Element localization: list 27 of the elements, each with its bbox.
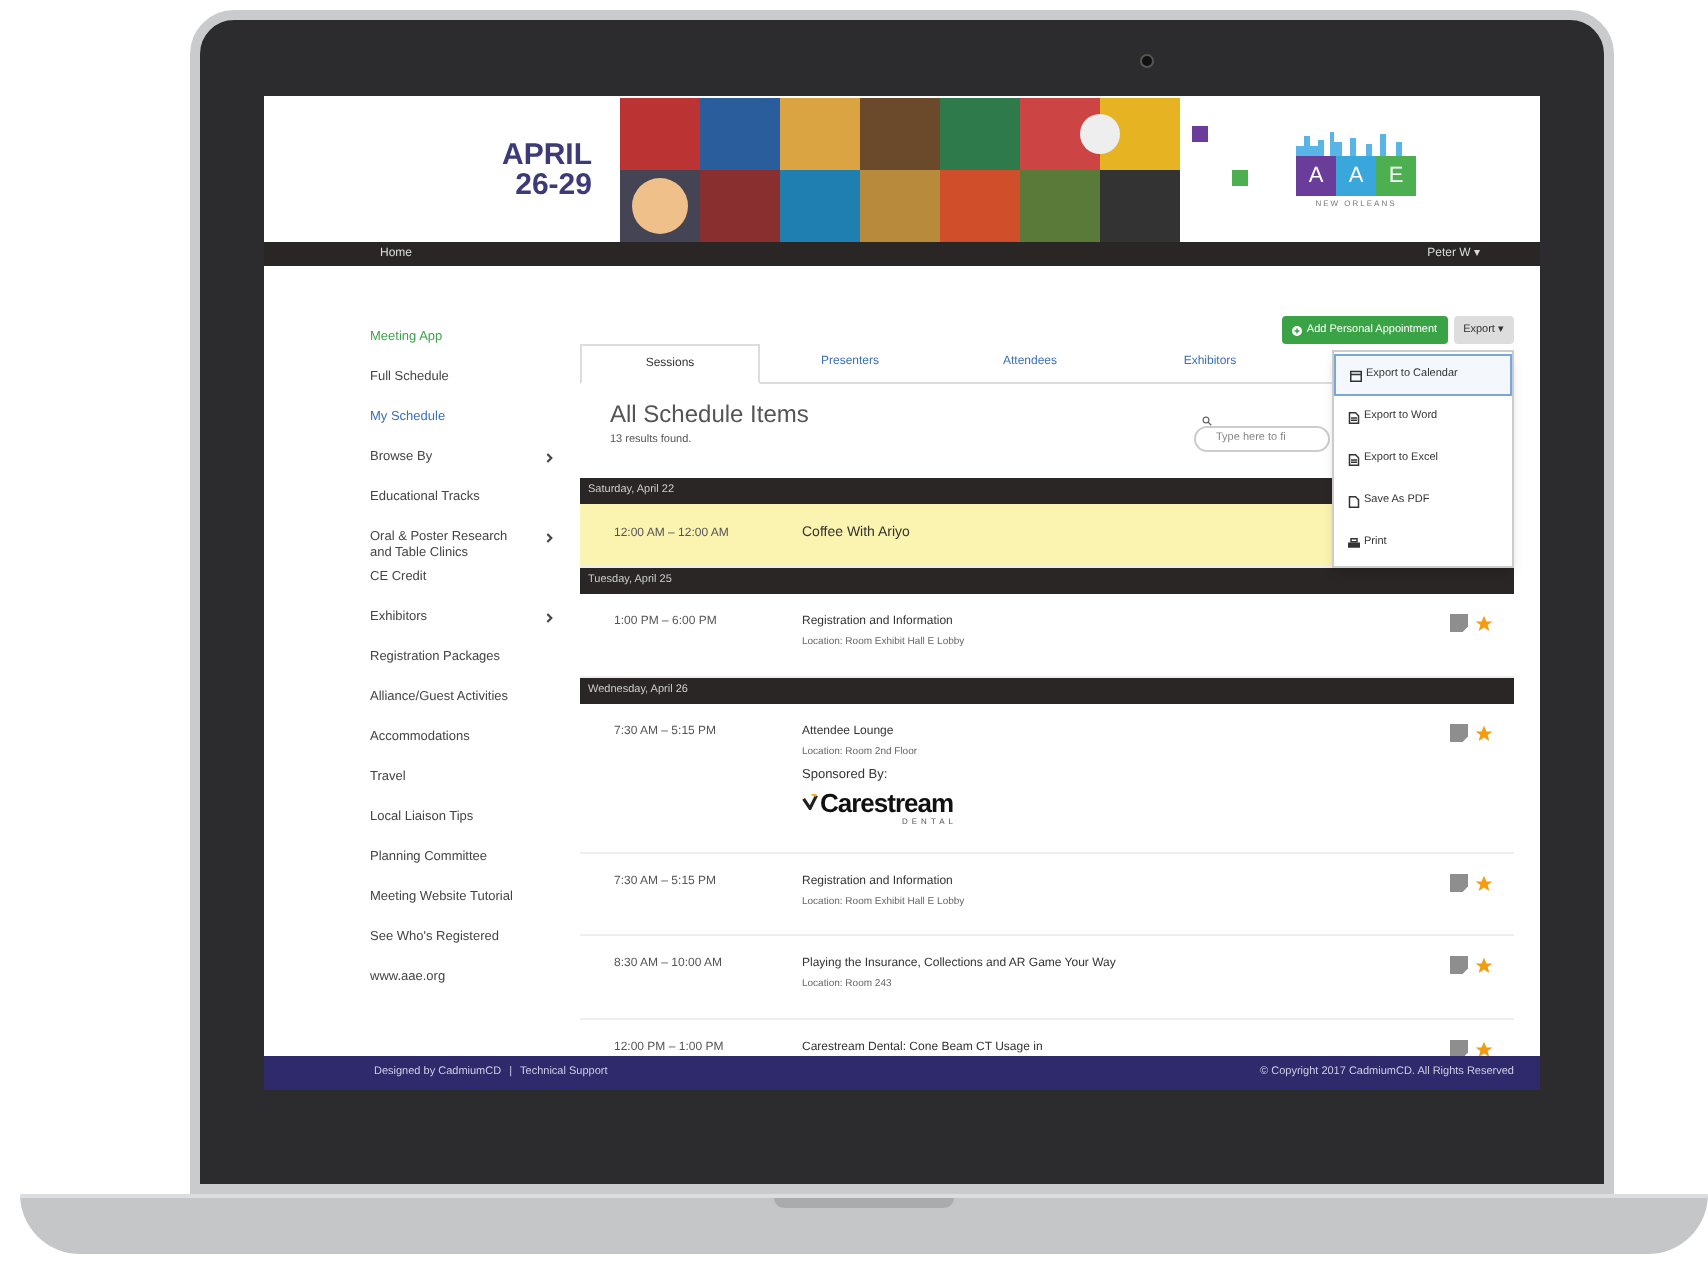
note-icon bbox=[1450, 956, 1468, 975]
file-icon bbox=[1348, 495, 1360, 507]
document-icon bbox=[1348, 411, 1360, 423]
logo-letter: A bbox=[1336, 156, 1376, 196]
calendar-icon bbox=[1350, 369, 1362, 381]
search-icon bbox=[1202, 416, 1212, 426]
event-dates: 26-29 bbox=[515, 169, 592, 199]
star-icon[interactable] bbox=[1474, 614, 1494, 634]
star-icon[interactable] bbox=[1474, 956, 1494, 977]
plus-circle-icon bbox=[1292, 325, 1303, 335]
print-icon bbox=[1348, 537, 1360, 549]
logo-letter: E bbox=[1376, 156, 1416, 196]
event-dates: APRIL bbox=[502, 139, 592, 169]
star-icon[interactable] bbox=[1474, 723, 1494, 743]
check-swoosh-icon bbox=[802, 794, 818, 811]
star-icon[interactable] bbox=[1474, 873, 1494, 894]
document-icon bbox=[1348, 453, 1360, 465]
note-icon bbox=[1450, 723, 1468, 741]
decor-square bbox=[1192, 125, 1208, 141]
decor-square bbox=[1232, 169, 1248, 185]
logo-letter: A bbox=[1296, 156, 1336, 196]
note-icon bbox=[1450, 614, 1468, 632]
star-icon[interactable] bbox=[1474, 1039, 1494, 1056]
note-icon bbox=[1450, 873, 1468, 892]
page-title: All Schedule Items bbox=[610, 400, 809, 428]
camera-icon bbox=[1140, 54, 1154, 68]
sponsor-name: Carestream bbox=[820, 789, 954, 816]
